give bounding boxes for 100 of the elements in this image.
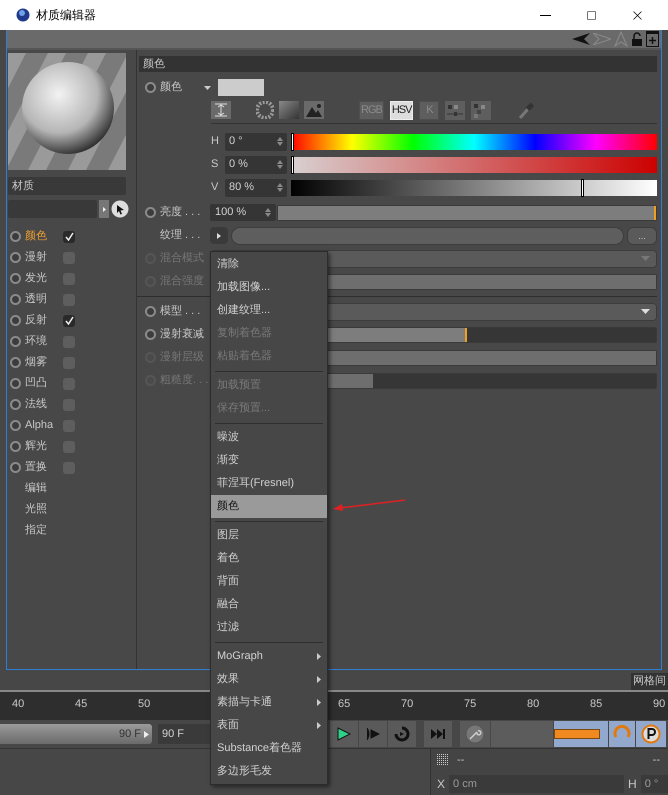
field-value: 材质 (12, 178, 34, 194)
menu-item[interactable]: 过滤 (211, 616, 327, 639)
go-to-end-button[interactable] (424, 721, 452, 747)
slider-handle[interactable] (654, 206, 656, 220)
column-header: -- (652, 752, 660, 768)
slider-handle[interactable] (465, 328, 467, 342)
setting-label: 纹理 . . . (160, 228, 200, 244)
keyframe-button[interactable] (460, 721, 490, 747)
texture-menu-button[interactable] (210, 227, 228, 244)
ring-icon[interactable] (10, 420, 21, 431)
number-field[interactable]: 0 % (225, 156, 287, 174)
loop-button[interactable] (388, 721, 416, 747)
spinner-arrows-icon[interactable] (277, 183, 283, 192)
ring-icon[interactable] (10, 357, 21, 368)
menu-item[interactable]: 图层 (211, 524, 327, 547)
spinner-arrows-icon[interactable] (265, 208, 271, 217)
spectrum-toggle-icon[interactable] (211, 101, 231, 119)
channel-checkbox[interactable] (63, 314, 75, 326)
ring-icon[interactable] (10, 336, 21, 347)
ring-icon[interactable] (145, 82, 156, 93)
channel-item[interactable]: 颜色 (25, 228, 59, 245)
ring-icon[interactable] (10, 399, 21, 410)
gradient-square-icon[interactable] (279, 101, 299, 119)
channel-item[interactable]: 凹凸 (25, 375, 59, 392)
ring-icon[interactable] (10, 378, 21, 389)
coordinate-field[interactable]: 0 ° (640, 775, 668, 793)
channel-item[interactable]: 置换 (25, 459, 59, 476)
slider-handle[interactable] (581, 178, 584, 196)
back-arrow-icon[interactable] (572, 33, 590, 45)
color-mode-tab[interactable]: HSV (390, 100, 414, 120)
menu-item[interactable]: 融合 (211, 593, 327, 616)
channel-item[interactable]: 辉光 (25, 438, 59, 455)
menu-item[interactable]: 渐变 (211, 449, 327, 472)
ring-icon[interactable] (10, 273, 21, 284)
play-icon (144, 730, 149, 738)
channel-item[interactable]: 环境 (25, 333, 59, 350)
menu-item[interactable]: 多边形毛发 (211, 760, 327, 783)
caret-icon (641, 256, 650, 261)
menu-item[interactable]: 菲涅耳(Fresnel) (211, 472, 327, 495)
ring-icon[interactable] (145, 306, 156, 317)
coordinate-field[interactable]: 0 cm (449, 775, 624, 793)
range-slider[interactable]: 90 F (0, 724, 152, 744)
material-name-field[interactable]: 材质 (8, 177, 126, 195)
channel-item[interactable]: 编辑 (25, 480, 59, 497)
menu-item[interactable]: 素描与卡通 (211, 691, 327, 714)
dropdown-arrow-button[interactable] (99, 200, 109, 218)
image-icon[interactable] (304, 101, 324, 119)
channel-item[interactable]: Alpha (25, 417, 59, 434)
channel-item[interactable]: 光照 (25, 501, 59, 518)
lock-icon[interactable] (631, 31, 643, 47)
menu-item[interactable]: 清除 (211, 253, 327, 276)
spinner-arrows-icon[interactable] (277, 137, 283, 146)
menu-item[interactable]: 加载图像... (211, 276, 327, 299)
number-field[interactable]: 80 % (225, 178, 287, 196)
play-button[interactable] (330, 721, 358, 747)
ring-icon[interactable] (10, 294, 21, 305)
channel-item[interactable]: 漫射 (25, 249, 59, 266)
channel-item[interactable]: 指定 (25, 522, 59, 539)
menu-item[interactable]: 颜色 (211, 495, 327, 518)
spinner-arrows-icon[interactable] (277, 160, 283, 169)
slider-handle[interactable] (291, 132, 294, 150)
menu-item[interactable]: 噪波 (211, 426, 327, 449)
channel-checkbox[interactable] (63, 230, 75, 242)
eyedropper-icon[interactable] (517, 100, 536, 120)
channel-item[interactable]: 发光 (25, 270, 59, 287)
menu-item[interactable]: MoGraph (211, 645, 327, 668)
more-button[interactable]: ... (627, 226, 657, 244)
parameter-button[interactable] (636, 721, 666, 747)
menu-item[interactable]: 效果 (211, 668, 327, 691)
ring-icon[interactable] (10, 315, 21, 326)
menu-item[interactable]: 创建纹理... (211, 299, 327, 322)
menu-item[interactable]: 着色 (211, 547, 327, 570)
color-slider[interactable] (291, 156, 657, 172)
color-slider[interactable] (291, 180, 657, 196)
swatches-icon[interactable] (471, 100, 492, 120)
ring-icon[interactable] (10, 462, 21, 473)
ring-icon[interactable] (145, 329, 156, 340)
tooltip-text: 网格间 (633, 674, 666, 690)
color-slider[interactable] (291, 134, 657, 150)
caret-icon[interactable] (204, 86, 211, 90)
new-window-icon[interactable] (646, 31, 659, 47)
color-wheel-icon[interactable] (256, 101, 274, 119)
menu-item[interactable]: 表面 (211, 714, 327, 737)
menu-item[interactable]: Substance着色器 (211, 737, 327, 760)
cursor-icon[interactable] (111, 200, 129, 218)
ring-icon[interactable] (10, 441, 21, 452)
color-swatch[interactable] (218, 79, 264, 96)
channel-item[interactable]: 透明 (25, 291, 59, 308)
channel-item[interactable]: 法线 (25, 396, 59, 413)
slider-handle[interactable] (291, 156, 294, 174)
ring-icon[interactable] (10, 231, 21, 242)
ring-icon[interactable] (145, 207, 156, 218)
menu-item[interactable]: 背面 (211, 570, 327, 593)
sliders-icon[interactable] (445, 100, 466, 120)
number-field[interactable]: 100 % (210, 204, 276, 221)
channel-item[interactable]: 反射 (25, 312, 59, 329)
channel-item[interactable]: 烟雾 (25, 354, 59, 371)
ring-icon[interactable] (10, 252, 21, 263)
frame-number: 75 (464, 697, 478, 712)
number-field[interactable]: 0 ° (225, 132, 287, 150)
